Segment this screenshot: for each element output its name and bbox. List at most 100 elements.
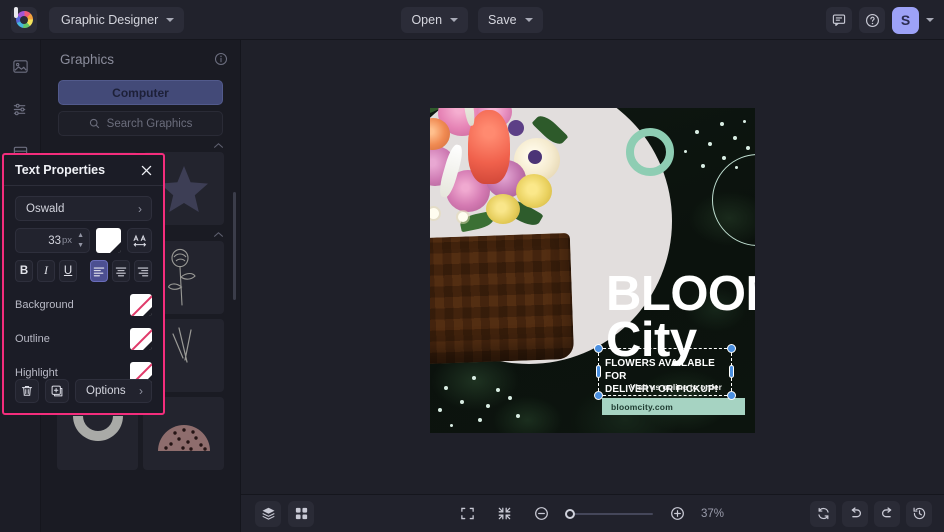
save-label: Save (488, 13, 517, 27)
fit-screen-button[interactable] (454, 501, 480, 527)
duplicate-icon (51, 385, 63, 397)
font-size-row: 33 px ▲ ▼ (15, 228, 152, 253)
top-bar-right-group: S (826, 0, 934, 40)
design-url-bar[interactable]: bloomcity.com (602, 398, 745, 415)
font-family-value: Oswald (26, 202, 65, 215)
selection-handle-bottom-left[interactable] (594, 391, 603, 400)
selection-handle-middle-left[interactable] (596, 365, 601, 378)
text-color-swatch[interactable] (96, 228, 121, 253)
avatar-initial: S (900, 12, 911, 28)
canvas-stage[interactable]: BLOOM City FLOWERS AVAILABLE FOR DELIVER… (241, 40, 944, 494)
align-right-icon (137, 267, 149, 276)
text-properties-title: Text Properties (15, 163, 106, 177)
search-icon (89, 118, 99, 129)
open-button[interactable]: Open (401, 7, 469, 33)
account-chevron-down-icon[interactable] (926, 18, 934, 22)
background-color-swatch[interactable] (130, 294, 152, 316)
grid-button[interactable] (288, 500, 314, 527)
letter-spacing-button[interactable] (127, 228, 152, 253)
outline-label: Outline (15, 333, 50, 345)
selection-handle-bottom-right[interactable] (727, 391, 736, 400)
sidebar-item-images[interactable] (6, 52, 34, 80)
redo-button[interactable] (874, 500, 900, 527)
selection-handle-top-right[interactable] (727, 344, 736, 353)
comment-button[interactable] (826, 7, 852, 33)
document-title-dropdown[interactable]: Graphic Designer (49, 6, 185, 33)
avatar[interactable]: S (892, 6, 919, 34)
options-label: Options (86, 385, 126, 397)
basket-illustration (430, 232, 575, 366)
chevron-down-icon (166, 17, 175, 22)
section-collapse-row-1 (41, 136, 240, 149)
shrink-icon (498, 507, 510, 520)
fit-screen-icon (460, 507, 474, 520)
graphics-panel-header: Graphics (41, 40, 240, 78)
chevron-down-icon (450, 18, 459, 22)
bold-button[interactable]: B (15, 260, 34, 282)
chevron-right-icon: › (139, 384, 143, 398)
background-label: Background (15, 299, 74, 311)
outline-property-row[interactable]: Outline (15, 328, 152, 350)
underline-label: U (63, 265, 73, 277)
grid-icon (295, 507, 307, 520)
stepper-up-icon[interactable]: ▲ (77, 232, 84, 239)
zoom-in-icon (670, 507, 684, 520)
chevron-down-icon (524, 18, 533, 22)
graphics-scrollbar[interactable] (233, 192, 236, 300)
arc-shape-icon (72, 415, 123, 441)
trash-icon (21, 385, 33, 396)
layers-button[interactable] (255, 500, 281, 527)
chevron-up-icon[interactable] (213, 231, 224, 238)
scratch-lines-icon (171, 326, 192, 363)
italic-label: I (44, 265, 48, 277)
zoom-out-button[interactable] (528, 501, 554, 527)
help-button[interactable] (859, 7, 885, 33)
layers-icon (261, 507, 275, 520)
shrink-button[interactable] (491, 501, 517, 527)
zoom-in-button[interactable] (664, 501, 690, 527)
font-family-select[interactable]: Oswald › (15, 196, 152, 221)
dotted-dome-icon (157, 424, 210, 451)
source-computer-label: Computer (112, 85, 169, 100)
save-button[interactable]: Save (478, 7, 543, 33)
info-circle-icon[interactable] (214, 52, 228, 66)
format-row-gap (81, 260, 86, 282)
search-graphics-input[interactable]: Search Graphics (58, 111, 223, 136)
source-computer-button[interactable]: Computer (58, 80, 223, 105)
underline-button[interactable]: U (59, 260, 78, 282)
search-graphics-placeholder: Search Graphics (106, 117, 193, 130)
zoom-out-icon (534, 507, 548, 520)
zoom-slider[interactable] (565, 508, 653, 519)
headline-line-1: BLOOM (606, 267, 755, 321)
duplicate-button[interactable] (45, 379, 69, 403)
align-center-button[interactable] (111, 260, 130, 282)
sliders-icon (13, 103, 25, 115)
font-size-unit: px (62, 235, 73, 246)
align-right-button[interactable] (133, 260, 152, 282)
stepper-down-icon[interactable]: ▼ (77, 242, 84, 249)
selection-handle-middle-right[interactable] (729, 365, 734, 378)
artboard[interactable]: BLOOM City FLOWERS AVAILABLE FOR DELIVER… (430, 108, 755, 433)
undo-button[interactable] (842, 500, 868, 527)
zoom-slider-knob[interactable] (565, 508, 575, 519)
history-button[interactable] (906, 500, 932, 527)
align-left-button[interactable] (89, 260, 108, 282)
undo-icon (851, 507, 861, 518)
background-property-row[interactable]: Background (15, 294, 152, 316)
panel-title: Graphics (60, 51, 115, 67)
text-format-row: B I U (15, 260, 152, 282)
font-size-input[interactable]: 33 px ▲ ▼ (15, 228, 90, 253)
sidebar-item-adjustments[interactable] (6, 95, 34, 123)
outline-color-swatch[interactable] (130, 328, 152, 350)
chevron-up-icon[interactable] (213, 142, 224, 149)
app-logo-button[interactable] (11, 6, 37, 33)
options-button[interactable]: Options › (75, 379, 152, 403)
font-size-stepper[interactable]: ▲ ▼ (73, 232, 84, 249)
align-left-icon (93, 267, 105, 276)
refresh-button[interactable] (810, 500, 836, 527)
close-icon[interactable] (140, 164, 153, 177)
italic-button[interactable]: I (37, 260, 56, 282)
selection-box[interactable] (594, 344, 736, 400)
selection-handle-top-left[interactable] (594, 344, 603, 353)
delete-button[interactable] (15, 379, 39, 403)
